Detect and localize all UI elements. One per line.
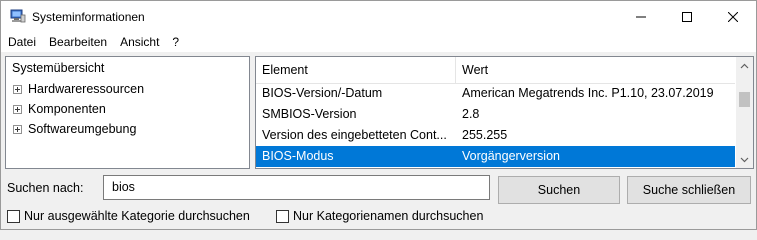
cell-value: 255.255 bbox=[462, 128, 508, 142]
close-icon bbox=[728, 11, 738, 22]
only-selected-category-label: Nur ausgewählte Kategorie durchsuchen bbox=[24, 209, 250, 223]
title-bar: Systeminformationen bbox=[1, 1, 756, 32]
search-input[interactable]: bios bbox=[103, 175, 490, 200]
cell-value: American Megatrends Inc. P1.10, 23.07.20… bbox=[462, 86, 714, 100]
cell-element: SMBIOS-Version bbox=[262, 107, 357, 121]
only-selected-category-checkbox[interactable] bbox=[7, 209, 20, 223]
close-search-button-label: Suche schließen bbox=[642, 183, 736, 197]
tree-item-label: Softwareumgebung bbox=[28, 122, 137, 136]
only-category-names-option[interactable]: Nur Kategorienamen durchsuchen bbox=[276, 208, 483, 224]
cell-element: Version des eingebetteten Cont... bbox=[262, 128, 447, 142]
expand-plus-icon[interactable] bbox=[13, 84, 22, 94]
close-button[interactable] bbox=[710, 1, 756, 32]
menu-ansicht[interactable]: Ansicht bbox=[113, 32, 165, 52]
search-button-label: Suchen bbox=[537, 183, 581, 197]
search-label: Suchen nach: bbox=[7, 181, 84, 195]
column-header-element[interactable]: Element bbox=[256, 57, 456, 84]
list-header: Element Wert bbox=[256, 57, 735, 84]
menu-bearbeiten[interactable]: Bearbeiten bbox=[42, 32, 113, 52]
scroll-down-arrow-icon[interactable] bbox=[736, 151, 753, 168]
window-title: Systeminformationen bbox=[32, 10, 145, 24]
maximize-icon bbox=[682, 11, 692, 22]
tree-item-label: Hardwareressourcen bbox=[28, 82, 145, 96]
tree-item-label: Komponenten bbox=[28, 102, 106, 116]
scrollbar-thumb[interactable] bbox=[739, 92, 750, 107]
only-selected-category-option[interactable]: Nur ausgewählte Kategorie durchsuchen bbox=[7, 208, 250, 224]
maximize-button[interactable] bbox=[664, 1, 710, 32]
cell-element: BIOS-Modus bbox=[262, 149, 334, 163]
cell-element: BIOS-Version/-Datum bbox=[262, 86, 383, 100]
list-row[interactable]: BIOS-Version/-Datum American Megatrends … bbox=[256, 83, 735, 104]
scroll-up-arrow-icon[interactable] bbox=[736, 57, 753, 74]
tree-item-komponenten[interactable]: Komponenten bbox=[13, 100, 106, 118]
list-row-selected[interactable]: BIOS-Modus Vorgängerversion bbox=[256, 146, 735, 167]
menu-help[interactable]: ? bbox=[165, 32, 185, 52]
close-search-button[interactable]: Suche schließen bbox=[627, 176, 751, 204]
tree-item-systemuebersicht[interactable]: Systemübersicht bbox=[9, 60, 107, 76]
list-row[interactable]: Version des eingebetteten Cont... 255.25… bbox=[256, 125, 735, 146]
system-info-icon bbox=[10, 9, 26, 23]
minimize-button[interactable] bbox=[618, 1, 664, 32]
column-header-wert[interactable]: Wert bbox=[456, 57, 735, 84]
tree-item-hardwareressourcen[interactable]: Hardwareressourcen bbox=[13, 80, 144, 98]
menu-bar: Datei Bearbeiten Ansicht ? bbox=[1, 32, 756, 52]
system-information-window: Systeminformationen Datei Bearbeiten Ans… bbox=[0, 0, 757, 230]
menu-datei[interactable]: Datei bbox=[1, 32, 42, 52]
details-list[interactable]: Element Wert BIOS-Version/-Datum America… bbox=[255, 56, 754, 169]
tree-item-softwareumgebung[interactable]: Softwareumgebung bbox=[13, 120, 136, 138]
search-button[interactable]: Suchen bbox=[498, 176, 620, 204]
category-tree[interactable]: Systemübersicht Hardwareressourcen Kompo… bbox=[5, 56, 250, 169]
expand-plus-icon[interactable] bbox=[13, 104, 22, 114]
cell-value: Vorgängerversion bbox=[462, 149, 560, 163]
expand-plus-icon[interactable] bbox=[13, 124, 22, 134]
vertical-scrollbar[interactable] bbox=[736, 57, 753, 168]
cell-value: 2.8 bbox=[462, 107, 480, 121]
only-category-names-checkbox[interactable] bbox=[276, 209, 289, 223]
only-category-names-label: Nur Kategorienamen durchsuchen bbox=[293, 209, 484, 223]
minimize-icon bbox=[636, 16, 646, 17]
list-row[interactable]: SMBIOS-Version 2.8 bbox=[256, 104, 735, 125]
